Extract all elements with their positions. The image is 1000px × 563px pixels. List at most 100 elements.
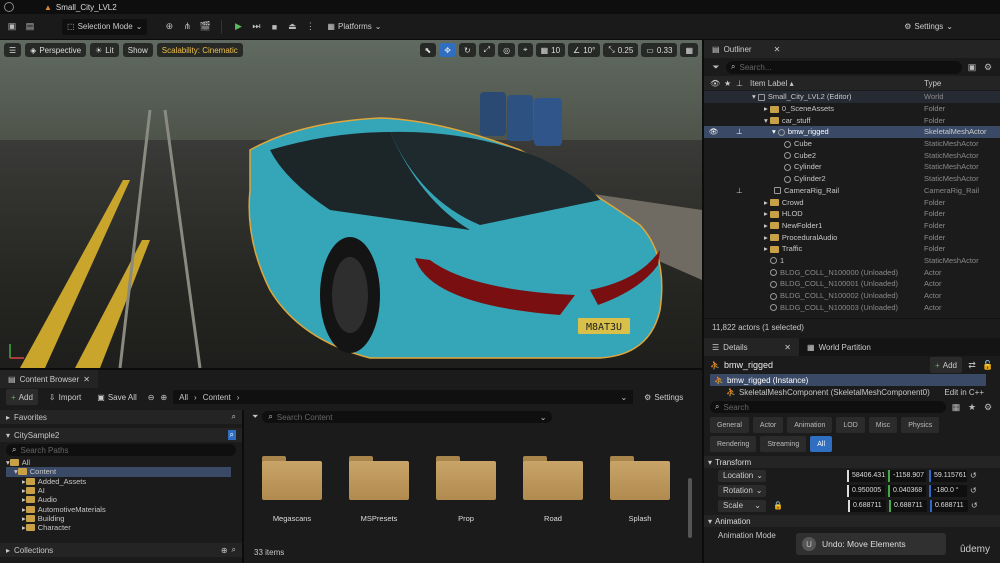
gear-icon[interactable]: ⚙ — [982, 401, 994, 413]
tree-row[interactable]: Cube StaticMeshActor — [704, 138, 1000, 150]
chevron-down-icon[interactable]: ⌄ — [620, 393, 627, 402]
filter-misc[interactable]: Misc — [868, 417, 898, 433]
add-component-button[interactable]: + Add — [930, 357, 962, 373]
settings-button[interactable]: ⚙ Settings ⌄ — [899, 19, 958, 35]
level-viewport[interactable]: M8AT3U ☰ ◈ Perspective ☀ Lit Show Scalabil… — [0, 40, 702, 368]
tree-row-selected[interactable]: 👁 ⊥ ▾ bmw_rigged SkeletalMeshActor — [704, 126, 1000, 138]
lock-icon[interactable]: 🔒 — [773, 501, 783, 510]
save-icon[interactable]: ▣ — [6, 21, 18, 33]
component-row[interactable]: ⛹ SkeletalMeshComponent (SkeletalMeshCom… — [704, 386, 1000, 399]
close-icon[interactable]: ✕ — [784, 343, 791, 352]
filter-lod[interactable]: LOD — [836, 417, 865, 433]
surface-snap-icon[interactable]: ⌖ — [518, 43, 533, 57]
grid-snap-button[interactable]: ▦ 10 — [535, 43, 566, 57]
selection-mode-dropdown[interactable]: ⬚ Selection Mode ⌄ — [62, 18, 148, 35]
content-browser-tab[interactable]: ▤ Content Browser ✕ — [0, 370, 98, 388]
tree-row-unloaded[interactable]: BLDG_COLL_N100003 (Unloaded) Actor — [704, 301, 1000, 313]
content-settings-button[interactable]: ⚙ Settings — [639, 389, 688, 405]
filter-actor[interactable]: Actor — [752, 417, 784, 433]
save-all-button[interactable]: ▣ Save All — [92, 389, 141, 405]
translate-tool-icon[interactable]: ✥ — [439, 43, 456, 57]
tree-row[interactable]: Cylinder StaticMeshActor — [704, 161, 1000, 173]
actor-name[interactable]: bmw_rigged — [724, 360, 773, 370]
project-section[interactable]: ▾ CitySample2 ⌕ — [0, 428, 242, 442]
asset-scrollbar[interactable] — [688, 478, 692, 538]
folder-splash-icon[interactable] — [610, 456, 670, 500]
tree-row[interactable]: ⊥ CameraRig_Rail CameraRig_Rail — [704, 185, 1000, 197]
tree-item[interactable]: ▸ Audio — [6, 495, 242, 504]
rotation-x-field[interactable]: 0.950005 — [847, 484, 885, 497]
tree-row[interactable]: ▸ Traffic Folder — [704, 243, 1000, 255]
component-instance-row[interactable]: ⛹ bmw_rigged (Instance) — [710, 374, 986, 386]
folder-megascans-icon[interactable] — [262, 456, 322, 500]
search-icon[interactable]: ⌕ — [232, 545, 236, 555]
add-button[interactable]: + Add — [6, 389, 38, 405]
stop-icon[interactable]: ■ — [268, 21, 280, 33]
favorites-section[interactable]: ▸ Favorites ⌕ — [0, 410, 242, 424]
add-actor-icon[interactable]: ⊕ — [163, 21, 175, 33]
scale-dropdown[interactable]: Scale ⌄ — [718, 499, 766, 512]
camera-speed-button[interactable]: ▭ 0.33 — [641, 43, 678, 57]
favorite-column-icon[interactable]: ★ — [724, 79, 731, 88]
tree-row[interactable]: ▸ NewFolder1 Folder — [704, 220, 1000, 232]
filter-rendering[interactable]: Rendering — [710, 436, 757, 452]
platforms-button[interactable]: ▦ Platforms ⌄ — [322, 19, 386, 35]
outliner-search-input[interactable]: ⌕ Search... — [726, 60, 962, 74]
edit-cpp-link[interactable]: Edit in C++ — [944, 388, 984, 397]
filter-icon[interactable]: ⏷ — [252, 412, 258, 422]
back-icon[interactable]: ⊖ — [148, 393, 155, 402]
tree-row-unloaded[interactable]: BLDG_COLL_N100002 (Unloaded) Actor — [704, 290, 1000, 302]
folder-megascans-label[interactable]: Megascans — [252, 514, 332, 523]
details-tab[interactable]: ☰ Details ✕ — [704, 338, 799, 356]
tree-row-world[interactable]: ▾ Small_City_LVL2 (Editor) World — [704, 91, 1000, 103]
rotation-y-field[interactable]: 0.040368 — [888, 484, 926, 497]
perspective-button[interactable]: ◈ Perspective — [25, 43, 87, 57]
tree-item[interactable]: ▸ AI — [6, 486, 242, 495]
cinematics-icon[interactable]: 🎬 — [199, 21, 211, 33]
step-icon[interactable]: ⏭ — [250, 21, 262, 33]
tree-row[interactable]: 1 StaticMeshActor — [704, 255, 1000, 267]
play-icon[interactable]: ▶ — [232, 21, 244, 33]
animation-section[interactable]: ▾ Animation — [704, 515, 1000, 527]
breadcrumb-content[interactable]: Content — [203, 393, 231, 402]
close-icon[interactable]: ✕ — [83, 375, 90, 384]
rotation-z-field[interactable]: -180.0 ° — [929, 484, 967, 497]
tree-row[interactable]: ▾ car_stuff Folder — [704, 114, 1000, 126]
folder-road-label[interactable]: Road — [513, 514, 593, 523]
tree-item[interactable]: ▸ AutomotiveMaterials — [6, 504, 242, 514]
filter-icon[interactable]: ⏷ — [710, 61, 722, 73]
tree-item[interactable]: ▾ All — [6, 458, 242, 467]
pin-column-icon[interactable]: ⊥ — [736, 79, 743, 88]
tree-item[interactable]: ▸ Building — [6, 514, 242, 523]
tree-row[interactable]: Cube2 StaticMeshActor — [704, 149, 1000, 161]
folder-mspresets-label[interactable]: MSPresets — [339, 514, 419, 523]
eject-icon[interactable]: ⏏ — [286, 21, 298, 33]
tree-item[interactable]: ▸ Character — [6, 523, 242, 532]
visibility-column-icon[interactable]: 👁 — [710, 79, 720, 88]
content-icon[interactable]: ▤ — [24, 21, 36, 33]
viewport-menu-button[interactable]: ☰ — [4, 43, 22, 57]
transform-section[interactable]: ▾ Transform — [704, 456, 1000, 468]
tree-row-unloaded[interactable]: BLDG_COLL_N100000 (Unloaded) Actor — [704, 266, 1000, 278]
filter-general[interactable]: General — [710, 417, 749, 433]
outliner-tab[interactable]: ▤ Outliner ✕ — [704, 40, 1000, 58]
close-icon[interactable]: ✕ — [774, 45, 781, 54]
tree-item[interactable]: ▸ Added_Assets — [6, 477, 242, 486]
tree-row[interactable]: ▸ Crowd Folder — [704, 196, 1000, 208]
star-icon[interactable]: ★ — [966, 401, 978, 413]
scale-x-field[interactable]: 0.688711 — [847, 499, 886, 512]
location-y-field[interactable]: -1158.907 — [888, 469, 926, 482]
collections-section[interactable]: ▸ Collections ⊕ ⌕ — [0, 543, 242, 557]
gear-icon[interactable]: ⚙ — [982, 61, 994, 73]
folder-mspresets-icon[interactable] — [349, 456, 409, 500]
search-paths-input[interactable]: ⌕ Search Paths — [6, 444, 236, 456]
details-search-input[interactable]: ⌕ Search — [710, 401, 946, 413]
tree-row[interactable]: Cylinder2 StaticMeshActor — [704, 173, 1000, 185]
rotate-tool-icon[interactable]: ↻ — [458, 43, 476, 57]
add-collection-icon[interactable]: ⊕ — [221, 546, 228, 555]
tree-row-unloaded[interactable]: BLDG_COLL_N100001 (Unloaded) Actor — [704, 278, 1000, 290]
reset-icon[interactable]: ↺ — [970, 471, 977, 480]
rotation-snap-button[interactable]: ∠ 10° — [568, 43, 601, 57]
show-button[interactable]: Show — [122, 43, 153, 57]
lock-icon[interactable]: 🔓 — [982, 359, 994, 371]
